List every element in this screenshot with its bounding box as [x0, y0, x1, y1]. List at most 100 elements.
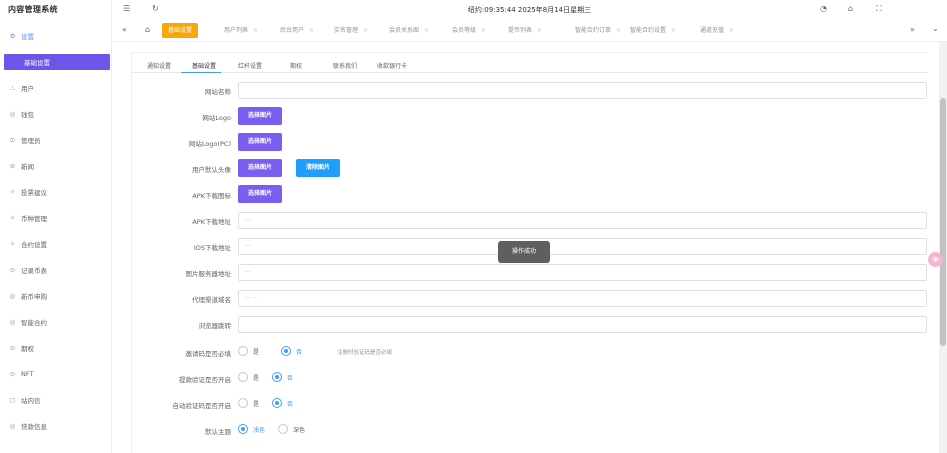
apk-icon-choose-button[interactable]: 选择图片: [238, 185, 283, 203]
browser-label: 浏览器跳转: [198, 322, 232, 330]
tab-3[interactable]: 期权: [290, 61, 302, 70]
tag-9[interactable]: 通道充值 ×: [700, 24, 734, 37]
autoverify-no-radio[interactable]: 否: [272, 398, 293, 408]
sidebar-item-14[interactable]: ◻ 站内信: [0, 392, 112, 408]
invite-label: 邀请码是否必填: [185, 350, 232, 358]
tags-more-icon[interactable]: »: [910, 25, 915, 34]
tab-5[interactable]: 收款银行卡: [377, 61, 407, 70]
tags-back-icon[interactable]: «: [122, 25, 127, 34]
row-img-server: 图片服务器地址 —: [132, 263, 927, 283]
sidebar-item-5[interactable]: ⊘ 新闻: [0, 158, 112, 174]
sidebar-item-8[interactable]: ✧ 合约设置: [0, 236, 112, 252]
close-icon[interactable]: ×: [363, 27, 368, 34]
tag-label: 基础设置: [168, 27, 193, 34]
sidebar-item-label: 管理员: [21, 137, 41, 145]
close-icon[interactable]: ×: [481, 27, 486, 34]
autoverify-yes-radio[interactable]: 是: [238, 398, 259, 408]
invite-yes-radio[interactable]: 是: [238, 346, 259, 356]
avatar-clear-button[interactable]: 清除图片: [296, 159, 341, 177]
floating-flower-icon[interactable]: ❀: [928, 252, 943, 267]
tag-8[interactable]: 智能合约设置 ×: [630, 24, 676, 37]
success-toast: 操作成功: [498, 241, 550, 263]
gear-icon: ⚙: [9, 32, 16, 40]
tag-3[interactable]: 实名管理 ×: [334, 24, 368, 37]
tab-0[interactable]: 通知设置: [147, 61, 171, 70]
proxy-label: 代理渠道域名: [192, 296, 231, 304]
sidebar-item-6[interactable]: ✧ 投票建议: [0, 184, 112, 200]
theme-light-radio[interactable]: 浅色: [238, 424, 265, 434]
sidebar-item-label: 期权: [21, 345, 34, 353]
sidebar-item-3[interactable]: ◎ 钱包: [0, 106, 112, 122]
sidebar-item-0[interactable]: ⚙ 设置: [0, 28, 112, 44]
proxy-input[interactable]: — —: [238, 290, 927, 307]
tag-0[interactable]: 基础设置: [162, 23, 199, 38]
browser-input[interactable]: [238, 316, 927, 333]
fullscreen-icon[interactable]: ⛶: [876, 4, 882, 14]
sidebar-item-2[interactable]: ⛬ 用户: [0, 80, 112, 96]
site-name-label: 网站名称: [205, 88, 231, 96]
sidebar-item-label: 智能合约: [21, 319, 47, 327]
smart-icon: ◎: [9, 318, 16, 326]
tag-1[interactable]: 用户列表 ×: [224, 24, 258, 37]
sidebar-item-15[interactable]: ◎ 贷款信息: [0, 418, 112, 434]
theme-dark-radio[interactable]: 深色: [278, 424, 305, 434]
home-icon[interactable]: ⌂: [848, 4, 853, 13]
coin-icon: ✧: [9, 214, 16, 222]
close-icon[interactable]: ×: [616, 27, 621, 34]
close-icon[interactable]: ×: [424, 27, 429, 34]
logo-choose-button[interactable]: 选择图片: [238, 107, 283, 125]
sidebar-item-label: 投票建议: [21, 189, 47, 197]
close-icon[interactable]: ×: [729, 27, 734, 34]
tag-5[interactable]: 会员等级 ×: [452, 24, 486, 37]
theme-icon[interactable]: ◔: [820, 4, 827, 13]
withdraw-no-radio[interactable]: 否: [272, 372, 293, 382]
invite-no-radio[interactable]: 否: [281, 346, 302, 356]
close-icon[interactable]: ×: [537, 27, 542, 34]
apk-url-label: APK下载地址: [192, 218, 231, 226]
tag-2[interactable]: 后台用户 ×: [280, 24, 314, 37]
sidebar: 内容管理系统 ⚙ 设置 基础设置 ⛬ 用户 ◎ 钱包 ⊙ 管理员 ⊘ 新闻 ✧ 投票建议 ✧ 币种管理 ✧ 合约…: [0, 0, 112, 453]
autoverify-yes-label: 是: [253, 400, 260, 408]
withdraw-yes-label: 是: [253, 374, 260, 382]
logo-pc-choose-button[interactable]: 选择图片: [238, 133, 283, 151]
row-theme: 默认主题 浅色 深色: [132, 421, 927, 441]
site-name-input[interactable]: [238, 82, 927, 99]
close-icon[interactable]: ×: [253, 27, 258, 34]
sidebar-item-7[interactable]: ✧ 币种管理: [0, 210, 112, 226]
sidebar-item-13[interactable]: ⊝ NFT: [0, 366, 112, 382]
apk-url-input[interactable]: —: [238, 212, 927, 229]
mail-icon: ◻: [9, 396, 16, 404]
tag-7[interactable]: 智能合约订单 ×: [575, 24, 621, 37]
close-icon[interactable]: ×: [671, 27, 676, 34]
ios-url-input[interactable]: —: [238, 238, 927, 255]
tag-label: 智能合约订单: [575, 27, 612, 34]
withdraw-label: 提款验证是否开启: [179, 376, 231, 384]
tag-label: 用户列表: [224, 27, 249, 34]
sidebar-item-10[interactable]: ◎ 新币申购: [0, 288, 112, 304]
scrollbar[interactable]: [939, 42, 947, 453]
tag-label: 通道充值: [700, 27, 725, 34]
tag-4[interactable]: 会员关系图 ×: [389, 24, 429, 37]
row-avatar: 用户默认头像 选择图片 清除图片: [132, 159, 927, 179]
close-icon[interactable]: ×: [309, 27, 314, 34]
tags-dropdown-icon[interactable]: ⌄: [932, 24, 939, 33]
img-server-input[interactable]: —: [238, 264, 927, 281]
tag-6[interactable]: 提币列表 ×: [508, 24, 542, 37]
row-withdraw: 提款验证是否开启 是 否: [132, 369, 927, 389]
sidebar-item-11[interactable]: ◎ 智能合约: [0, 314, 112, 330]
sidebar-item-9[interactable]: ⊝ 记录币表: [0, 262, 112, 278]
avatar-choose-button[interactable]: 选择图片: [238, 159, 283, 177]
sidebar-item-12[interactable]: ⊝ 期权: [0, 340, 112, 356]
scrollbar-thumb[interactable]: [940, 98, 946, 346]
nft-icon: ⊝: [9, 370, 16, 378]
sidebar-item-label: 设置: [21, 33, 34, 41]
invite-no-label: 否: [296, 348, 303, 356]
sidebar-item-1[interactable]: 基础设置: [4, 54, 110, 70]
tab-2[interactable]: 红杆设置: [238, 61, 262, 70]
tab-4[interactable]: 联系我们: [333, 61, 357, 70]
sidebar-item-label: 站内信: [21, 397, 41, 405]
withdraw-yes-radio[interactable]: 是: [238, 372, 259, 382]
tags-home-icon[interactable]: ⌂: [145, 25, 150, 34]
sidebar-item-4[interactable]: ⊙ 管理员: [0, 132, 112, 148]
tab-1[interactable]: 基础设置: [192, 61, 216, 70]
